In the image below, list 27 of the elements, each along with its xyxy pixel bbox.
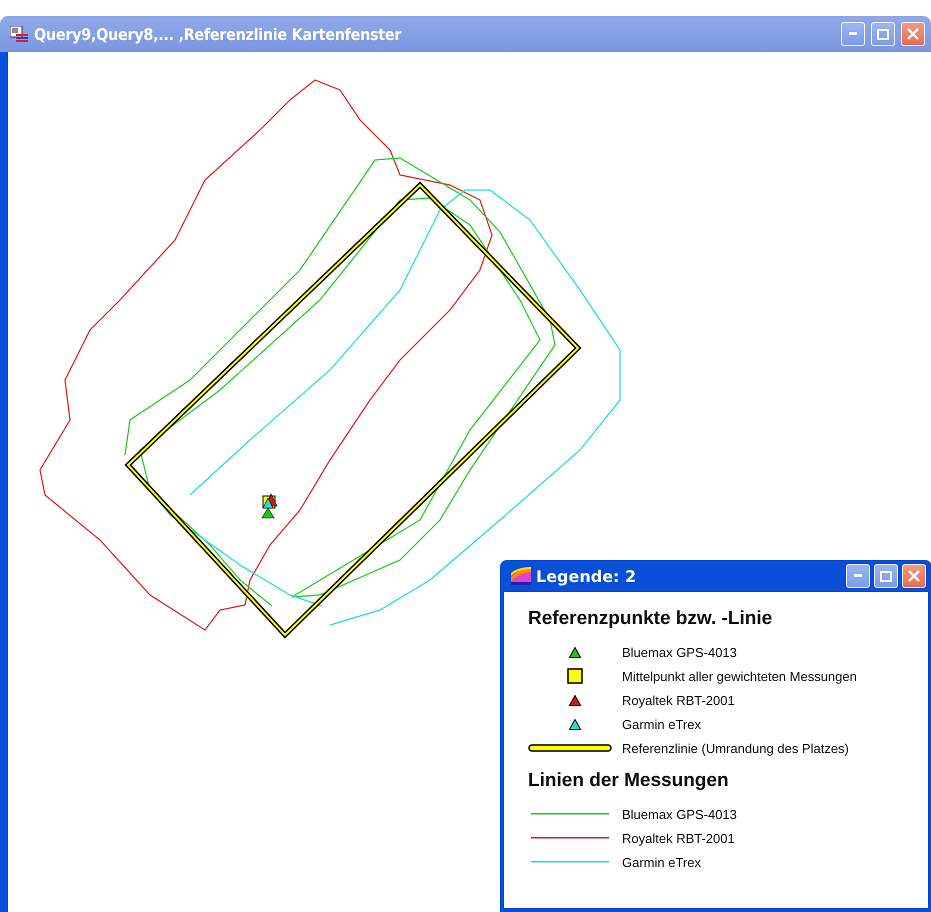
legend-title: Legende: 2 [536, 566, 638, 586]
legend-label: Garmin eTrex [622, 854, 701, 870]
legend-app-icon [510, 567, 532, 585]
marker-cluster-drawing [261, 493, 278, 518]
legend-label: Mittelpunkt aller gewichteten Messungen [622, 668, 857, 684]
legend-label: Bluemax GPS-4013 [622, 644, 737, 660]
close-icon [908, 570, 920, 582]
legend-heading: Linien der Messungen [528, 770, 730, 792]
close-icon [907, 28, 919, 40]
close-button[interactable] [901, 22, 925, 46]
maximize-icon [877, 28, 889, 40]
legend-label: Royaltek RBT-2001 [622, 692, 735, 708]
minimize-button[interactable] [841, 22, 865, 46]
legend-label: Royaltek RBT-2001 [622, 830, 735, 846]
maximize-button[interactable] [874, 564, 898, 588]
app-icon [10, 26, 28, 42]
legend-label: Referenzlinie (Umrandung des Platzes) [622, 740, 849, 756]
legend-heading: Referenzpunkte bzw. -Linie [528, 608, 774, 630]
minimize-icon [849, 32, 857, 36]
legend-label: Bluemax GPS-4013 [622, 806, 737, 822]
minimize-icon [854, 574, 862, 578]
close-button[interactable] [902, 564, 926, 588]
window-title: Query9,Query8,... ,Referenzlinie Kartenfenster [34, 24, 402, 44]
maximize-icon [880, 570, 892, 582]
maximize-button[interactable] [871, 22, 895, 46]
minimize-button[interactable] [846, 564, 870, 588]
legend-label: Garmin eTrex [622, 716, 701, 732]
